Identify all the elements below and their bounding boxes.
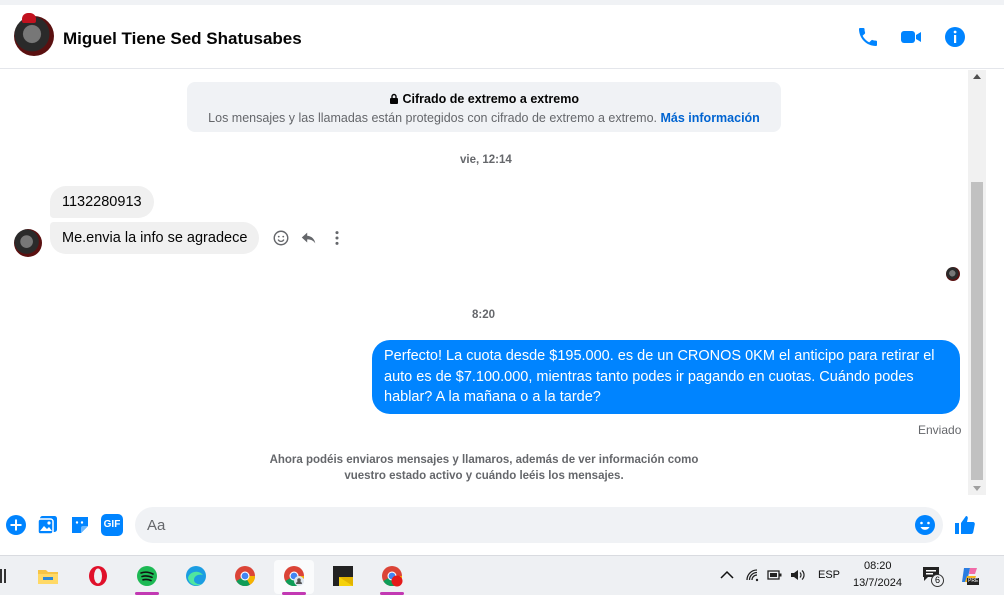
- chrome-icon: [235, 566, 256, 587]
- chrome-profile-app[interactable]: [274, 560, 314, 595]
- sticky-notes-icon: [333, 566, 353, 586]
- windows-taskbar: ESP 08:20 13/7/2024 6 PRE: [0, 555, 1004, 595]
- message-input[interactable]: [135, 507, 943, 543]
- chrome-app[interactable]: [225, 560, 265, 594]
- notification-count-badge: 6: [931, 574, 944, 587]
- conversation-header: Miguel Tiene Sed Shatusabes: [0, 5, 1004, 69]
- react-emoji-icon[interactable]: [272, 229, 290, 247]
- chrome-notified-app[interactable]: [372, 560, 412, 595]
- santa-hat-decoration: [22, 13, 36, 23]
- chrome-notification-icon: [382, 566, 403, 587]
- scroll-up-arrow-icon[interactable]: [973, 74, 981, 79]
- emoji-icon[interactable]: [914, 514, 936, 536]
- wifi-icon[interactable]: [745, 568, 759, 582]
- gif-button[interactable]: GIF: [101, 514, 123, 536]
- opera-icon: [89, 566, 107, 586]
- contact-avatar[interactable]: [14, 13, 54, 56]
- contact-name[interactable]: Miguel Tiene Sed Shatusabes: [63, 29, 302, 49]
- message-thread: Cifrado de extremo a extremo Los mensaje…: [0, 70, 968, 495]
- plus-circle-icon[interactable]: [5, 514, 27, 536]
- battery-plugged-icon[interactable]: [767, 568, 783, 582]
- encryption-title: Cifrado de extremo a extremo: [402, 92, 579, 106]
- sticky-notes-app[interactable]: [323, 560, 363, 594]
- encryption-body: Los mensajes y las llamadas están proteg…: [208, 111, 658, 125]
- notice-line: vuestro estado activo y cuándo leéis los…: [344, 470, 624, 482]
- folder-icon: [38, 570, 58, 584]
- sender-avatar[interactable]: [14, 229, 42, 257]
- scroll-down-arrow-icon[interactable]: [973, 486, 981, 491]
- edge-icon: [186, 566, 206, 586]
- info-icon[interactable]: [943, 25, 967, 49]
- clock-time[interactable]: 08:20: [864, 560, 892, 572]
- chrome-profile-icon: [284, 566, 305, 587]
- chevron-up-icon[interactable]: [720, 569, 734, 581]
- message-timestamp: 8:20: [472, 309, 496, 321]
- file-explorer-app[interactable]: [28, 560, 68, 594]
- scroll-thumb[interactable]: [971, 182, 983, 480]
- more-options-icon[interactable]: [328, 229, 346, 247]
- lock-icon: [389, 93, 399, 107]
- encryption-body-row: Los mensajes y las llamadas están proteg…: [187, 111, 781, 125]
- spotify-icon: [137, 566, 157, 586]
- reply-icon[interactable]: [300, 229, 318, 247]
- preview-badge: PRE: [967, 578, 980, 585]
- message-timestamp: vie, 12:14: [460, 154, 512, 166]
- opera-app[interactable]: [78, 560, 118, 594]
- video-call-icon[interactable]: [899, 25, 923, 49]
- sticker-icon[interactable]: [69, 514, 91, 536]
- task-view-icon[interactable]: [0, 569, 6, 583]
- sent-status: Enviado: [918, 423, 962, 437]
- read-receipt-avatar: [946, 267, 960, 281]
- spotify-app[interactable]: [127, 560, 167, 595]
- volume-icon[interactable]: [790, 568, 806, 582]
- copilot-button[interactable]: PRE: [960, 565, 982, 587]
- thumbs-up-icon[interactable]: [953, 513, 977, 537]
- incoming-message[interactable]: Me.envia la info se agradece: [50, 222, 260, 254]
- clock-date[interactable]: 13/7/2024: [853, 577, 902, 589]
- chat-scrollbar[interactable]: [968, 70, 986, 495]
- notification-center[interactable]: 6: [922, 566, 944, 588]
- encryption-title-row: Cifrado de extremo a extremo: [187, 92, 781, 107]
- incoming-message[interactable]: 1132280913: [50, 186, 154, 218]
- notice-line: Ahora podéis enviaros mensajes y llamaro…: [269, 454, 699, 466]
- encryption-notice: Cifrado de extremo a extremo Los mensaje…: [187, 82, 781, 132]
- more-info-link[interactable]: Más información: [661, 111, 760, 125]
- photo-gallery-icon[interactable]: [37, 514, 59, 536]
- language-indicator[interactable]: ESP: [818, 569, 840, 581]
- edge-app[interactable]: [176, 560, 216, 594]
- phone-call-icon[interactable]: [856, 25, 880, 49]
- connection-notice: Ahora podéis enviaros mensajes y llamaro…: [264, 452, 704, 484]
- message-composer: GIF: [0, 500, 1004, 552]
- outgoing-message[interactable]: Perfecto! La cuota desde $195.000. es de…: [372, 340, 960, 414]
